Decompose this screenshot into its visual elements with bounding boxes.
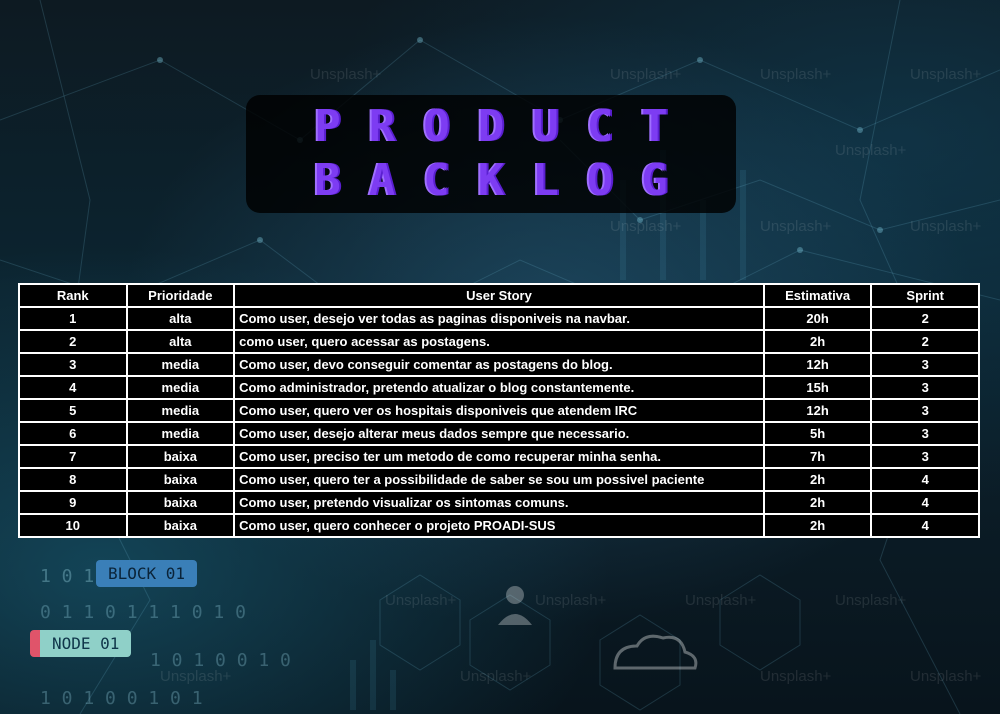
watermark: Unsplash+ — [835, 592, 907, 609]
sprint-cell: 3 — [872, 400, 978, 421]
table-row: 10 baixa Como user, quero conhecer o pro… — [20, 515, 978, 536]
priority-cell: baixa — [127, 515, 234, 536]
rank-cell: 7 — [20, 446, 126, 467]
watermark: Unsplash+ — [910, 218, 982, 235]
sprint-cell: 3 — [872, 377, 978, 398]
watermark: Unsplash+ — [610, 218, 682, 235]
table-row: 9 baixa Como user, pretendo visualizar o… — [20, 492, 978, 513]
user-story-cell: Como administrador, pretendo atualizar o… — [235, 377, 763, 398]
estimate-cell: 2h — [764, 469, 871, 490]
priority-cell: media — [127, 377, 234, 398]
table-row: 4 media Como administrador, pretendo atu… — [20, 377, 978, 398]
priority-cell: alta — [127, 331, 234, 352]
sprint-cell: 4 — [872, 515, 978, 536]
block-badge: BLOCK 01 — [96, 560, 198, 587]
binary-digits: 1 0 1 0 0 1 0 — [150, 650, 291, 671]
table-row: 3 media Como user, devo conseguir coment… — [20, 354, 978, 375]
watermark: Unsplash+ — [535, 592, 607, 609]
priority-cell: alta — [127, 308, 234, 329]
estimate-cell: 12h — [764, 354, 871, 375]
sprint-cell: 3 — [872, 423, 978, 444]
watermark: Unsplash+ — [760, 66, 832, 83]
column-header-priority: Prioridade — [127, 285, 234, 306]
column-header-estimate: Estimativa — [764, 285, 871, 306]
column-header-rank: Rank — [20, 285, 126, 306]
rank-cell: 8 — [20, 469, 126, 490]
table-row: 8 baixa Como user, quero ter a possibili… — [20, 469, 978, 490]
estimate-cell: 2h — [764, 492, 871, 513]
estimate-cell: 7h — [764, 446, 871, 467]
watermark: Unsplash+ — [760, 218, 832, 235]
binary-digits: 1 0 1 0 0 1 0 1 — [40, 688, 203, 709]
page-title-line-2: BACKLOG — [314, 155, 696, 206]
estimate-cell: 2h — [764, 331, 871, 352]
product-backlog-table: Rank Prioridade User Story Estimativa Sp… — [18, 283, 980, 538]
priority-cell: baixa — [127, 492, 234, 513]
sprint-cell: 3 — [872, 354, 978, 375]
user-story-cell: Como user, pretendo visualizar os sintom… — [235, 492, 763, 513]
binary-digits: 0 1 1 0 1 1 1 0 1 0 — [40, 602, 246, 623]
sprint-cell: 2 — [872, 308, 978, 329]
watermark: Unsplash+ — [310, 66, 382, 83]
user-story-cell: Como user, quero ver os hospitais dispon… — [235, 400, 763, 421]
page-title-line-1: PRODUCT — [314, 101, 696, 152]
column-header-user-story: User Story — [235, 285, 763, 306]
user-story-cell: Como user, quero ter a possibilidade de … — [235, 469, 763, 490]
sprint-cell: 4 — [872, 469, 978, 490]
watermark: Unsplash+ — [760, 668, 832, 685]
estimate-cell: 2h — [764, 515, 871, 536]
watermark: Unsplash+ — [910, 668, 982, 685]
priority-cell: media — [127, 400, 234, 421]
priority-cell: baixa — [127, 446, 234, 467]
watermark: Unsplash+ — [385, 592, 457, 609]
watermark: Unsplash+ — [685, 592, 757, 609]
node-badge: NODE 01 — [30, 630, 132, 657]
priority-cell: media — [127, 354, 234, 375]
rank-cell: 9 — [20, 492, 126, 513]
estimate-cell: 5h — [764, 423, 871, 444]
rank-cell: 5 — [20, 400, 126, 421]
table-row: 1 alta Como user, desejo ver todas as pa… — [20, 308, 978, 329]
sprint-cell: 4 — [872, 492, 978, 513]
estimate-cell: 20h — [764, 308, 871, 329]
watermark: Unsplash+ — [835, 142, 907, 159]
column-header-sprint: Sprint — [872, 285, 978, 306]
estimate-cell: 12h — [764, 400, 871, 421]
user-story-cell: como user, quero acessar as postagens. — [235, 331, 763, 352]
priority-cell: media — [127, 423, 234, 444]
rank-cell: 4 — [20, 377, 126, 398]
rank-cell: 6 — [20, 423, 126, 444]
sprint-cell: 3 — [872, 446, 978, 467]
user-story-cell: Como user, preciso ter um metodo de como… — [235, 446, 763, 467]
estimate-cell: 15h — [764, 377, 871, 398]
rank-cell: 3 — [20, 354, 126, 375]
table-row: 7 baixa Como user, preciso ter um metodo… — [20, 446, 978, 467]
priority-cell: baixa — [127, 469, 234, 490]
table-row: 2 alta como user, quero acessar as posta… — [20, 331, 978, 352]
user-story-cell: Como user, desejo alterar meus dados sem… — [235, 423, 763, 444]
sprint-cell: 2 — [872, 331, 978, 352]
user-story-cell: Como user, devo conseguir comentar as po… — [235, 354, 763, 375]
user-story-cell: Como user, desejo ver todas as paginas d… — [235, 308, 763, 329]
user-story-cell: Como user, quero conhecer o projeto PROA… — [235, 515, 763, 536]
table-row: 6 media Como user, desejo alterar meus d… — [20, 423, 978, 444]
rank-cell: 2 — [20, 331, 126, 352]
rank-cell: 1 — [20, 308, 126, 329]
watermark: Unsplash+ — [910, 66, 982, 83]
table-row: 5 media Como user, quero ver os hospitai… — [20, 400, 978, 421]
watermark: Unsplash+ — [610, 66, 682, 83]
rank-cell: 10 — [20, 515, 126, 536]
watermark: Unsplash+ — [460, 668, 532, 685]
table-header-row: Rank Prioridade User Story Estimativa Sp… — [20, 285, 978, 306]
page-title-banner: PRODUCT BACKLOG — [246, 95, 736, 213]
